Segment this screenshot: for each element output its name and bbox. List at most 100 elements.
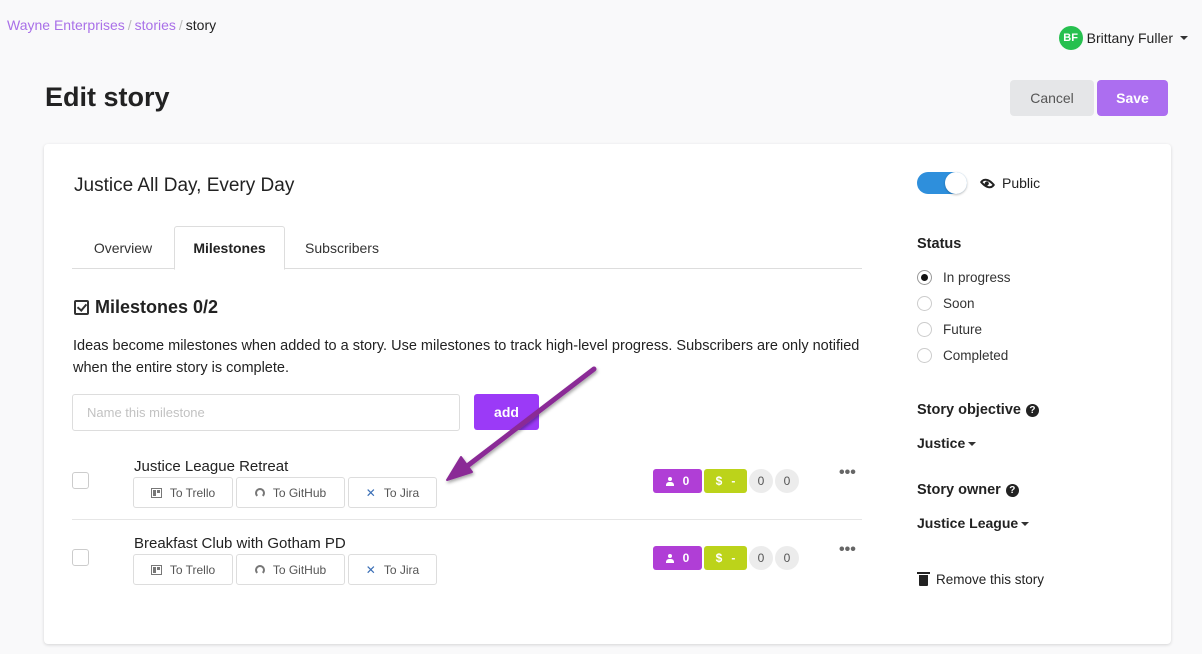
owner-dropdown[interactable]: Justice League	[917, 515, 1030, 531]
objective-heading: Story objective ?	[917, 402, 1039, 418]
integrations: To Trello To GitHub ✕ To Jira	[133, 554, 437, 585]
story-name[interactable]: Justice All Day, Every Day	[74, 175, 294, 197]
github-icon	[254, 564, 265, 575]
visibility-toggle[interactable]	[917, 172, 967, 194]
objective-value: Justice	[917, 435, 966, 451]
to-github-button[interactable]: To GitHub	[236, 477, 345, 508]
to-jira-label: To Jira	[383, 562, 420, 577]
milestone-badges: 0 $ - 0 0	[653, 546, 799, 570]
milestone-title: Justice League Retreat	[134, 458, 289, 475]
breadcrumb-link-organization[interactable]: Wayne Enterprises	[7, 17, 125, 33]
toggle-knob	[945, 172, 967, 194]
user-name: Brittany Fuller	[1086, 30, 1173, 46]
status-option-soon[interactable]: Soon	[917, 296, 975, 311]
visibility-label: Public	[979, 175, 1041, 191]
to-trello-label: To Trello	[169, 485, 216, 500]
status-option-completed[interactable]: Completed	[917, 348, 1008, 363]
cancel-button[interactable]: Cancel	[1010, 80, 1094, 116]
to-jira-label: To Jira	[383, 485, 420, 500]
owner-value: Justice League	[917, 515, 1019, 531]
github-icon	[254, 487, 265, 498]
save-button[interactable]: Save	[1097, 80, 1168, 116]
help-icon[interactable]: ?	[1025, 403, 1039, 417]
status-heading: Status	[917, 236, 962, 252]
tab-overview[interactable]: Overview	[72, 226, 174, 269]
milestone-checkbox[interactable]	[72, 472, 89, 489]
breadcrumb-separator: /	[127, 17, 132, 33]
breadcrumb-separator: /	[178, 17, 183, 33]
radio[interactable]	[917, 322, 932, 337]
person-icon	[665, 476, 674, 486]
people-count: 0	[682, 474, 690, 488]
people-badge[interactable]: 0	[653, 469, 702, 493]
breadcrumb-current: story	[185, 17, 217, 33]
milestone-row: Breakfast Club with Gotham PD To Trello …	[72, 521, 862, 597]
trello-icon	[150, 487, 162, 498]
count-badge: 0	[749, 546, 773, 570]
breadcrumb-link-stories[interactable]: stories	[135, 17, 176, 33]
tab-bar: Overview Milestones Subscribers	[72, 226, 862, 270]
dollar-icon: $	[715, 551, 723, 565]
people-badge[interactable]: 0	[653, 546, 702, 570]
radio[interactable]	[917, 296, 932, 311]
visibility-text: Public	[1002, 175, 1041, 191]
milestones-heading-text: Milestones 0/2	[95, 297, 219, 317]
radio-selected[interactable]	[917, 270, 932, 285]
milestone-checkbox[interactable]	[72, 549, 89, 566]
status-option-in-progress[interactable]: In progress	[917, 270, 1011, 285]
cost-badge[interactable]: $ -	[704, 469, 747, 493]
to-github-label: To GitHub	[272, 485, 327, 500]
user-menu[interactable]: BF Brittany Fuller	[1058, 26, 1188, 50]
caret-down-icon	[968, 442, 977, 447]
cost-value: -	[731, 474, 736, 488]
to-github-label: To GitHub	[272, 562, 327, 577]
milestone-name-input[interactable]	[72, 394, 460, 431]
people-count: 0	[682, 551, 690, 565]
radio[interactable]	[917, 348, 932, 363]
help-icon[interactable]: ?	[1005, 483, 1019, 497]
trash-icon	[917, 572, 930, 586]
add-milestone-button[interactable]: add	[474, 394, 539, 430]
milestone-row: Justice League Retreat To Trello To GitH…	[72, 444, 862, 520]
to-trello-button[interactable]: To Trello	[133, 477, 233, 508]
remove-story-link[interactable]: Remove this story	[917, 572, 1045, 587]
milestone-title: Breakfast Club with Gotham PD	[134, 535, 346, 552]
page-title: Edit story	[45, 82, 170, 112]
to-trello-button[interactable]: To Trello	[133, 554, 233, 585]
to-github-button[interactable]: To GitHub	[236, 554, 345, 585]
owner-heading: Story owner ?	[917, 482, 1019, 498]
jira-icon: ✕	[365, 485, 376, 500]
milestones-description: Ideas become milestones when added to a …	[73, 338, 860, 376]
milestone-badges: 0 $ - 0 0	[653, 469, 799, 493]
breadcrumb: Wayne Enterprises / stories / story	[7, 17, 216, 33]
owner-heading-text: Story owner	[917, 482, 1001, 498]
to-jira-button[interactable]: ✕ To Jira	[348, 554, 437, 585]
more-options-icon[interactable]: •••	[839, 541, 856, 559]
status-option-label: Future	[943, 322, 983, 337]
dollar-icon: $	[715, 474, 723, 488]
eye-icon	[979, 175, 996, 191]
to-jira-button[interactable]: ✕ To Jira	[348, 477, 437, 508]
caret-down-icon	[1021, 522, 1030, 527]
story-card: Justice All Day, Every Day Overview Mile…	[44, 144, 1171, 644]
avatar: BF	[1058, 26, 1083, 50]
more-options-icon[interactable]: •••	[839, 464, 856, 482]
cost-value: -	[731, 551, 736, 565]
objective-dropdown[interactable]: Justice	[917, 435, 977, 451]
caret-down-icon	[1180, 36, 1188, 40]
count-badge: 0	[749, 469, 773, 493]
status-option-label: In progress	[943, 270, 1011, 285]
status-option-label: Soon	[943, 296, 975, 311]
cost-badge[interactable]: $ -	[704, 546, 747, 570]
count-badge: 0	[775, 469, 799, 493]
jira-icon: ✕	[365, 562, 376, 577]
tab-subscribers[interactable]: Subscribers	[285, 226, 399, 269]
status-option-future[interactable]: Future	[917, 322, 982, 337]
trello-icon	[150, 564, 162, 575]
count-badge: 0	[775, 546, 799, 570]
objective-heading-text: Story objective	[917, 402, 1021, 418]
tab-milestones[interactable]: Milestones	[174, 226, 285, 270]
integrations: To Trello To GitHub ✕ To Jira	[133, 477, 437, 508]
remove-story-label: Remove this story	[936, 572, 1045, 587]
checkbox-checked-icon	[74, 300, 89, 315]
